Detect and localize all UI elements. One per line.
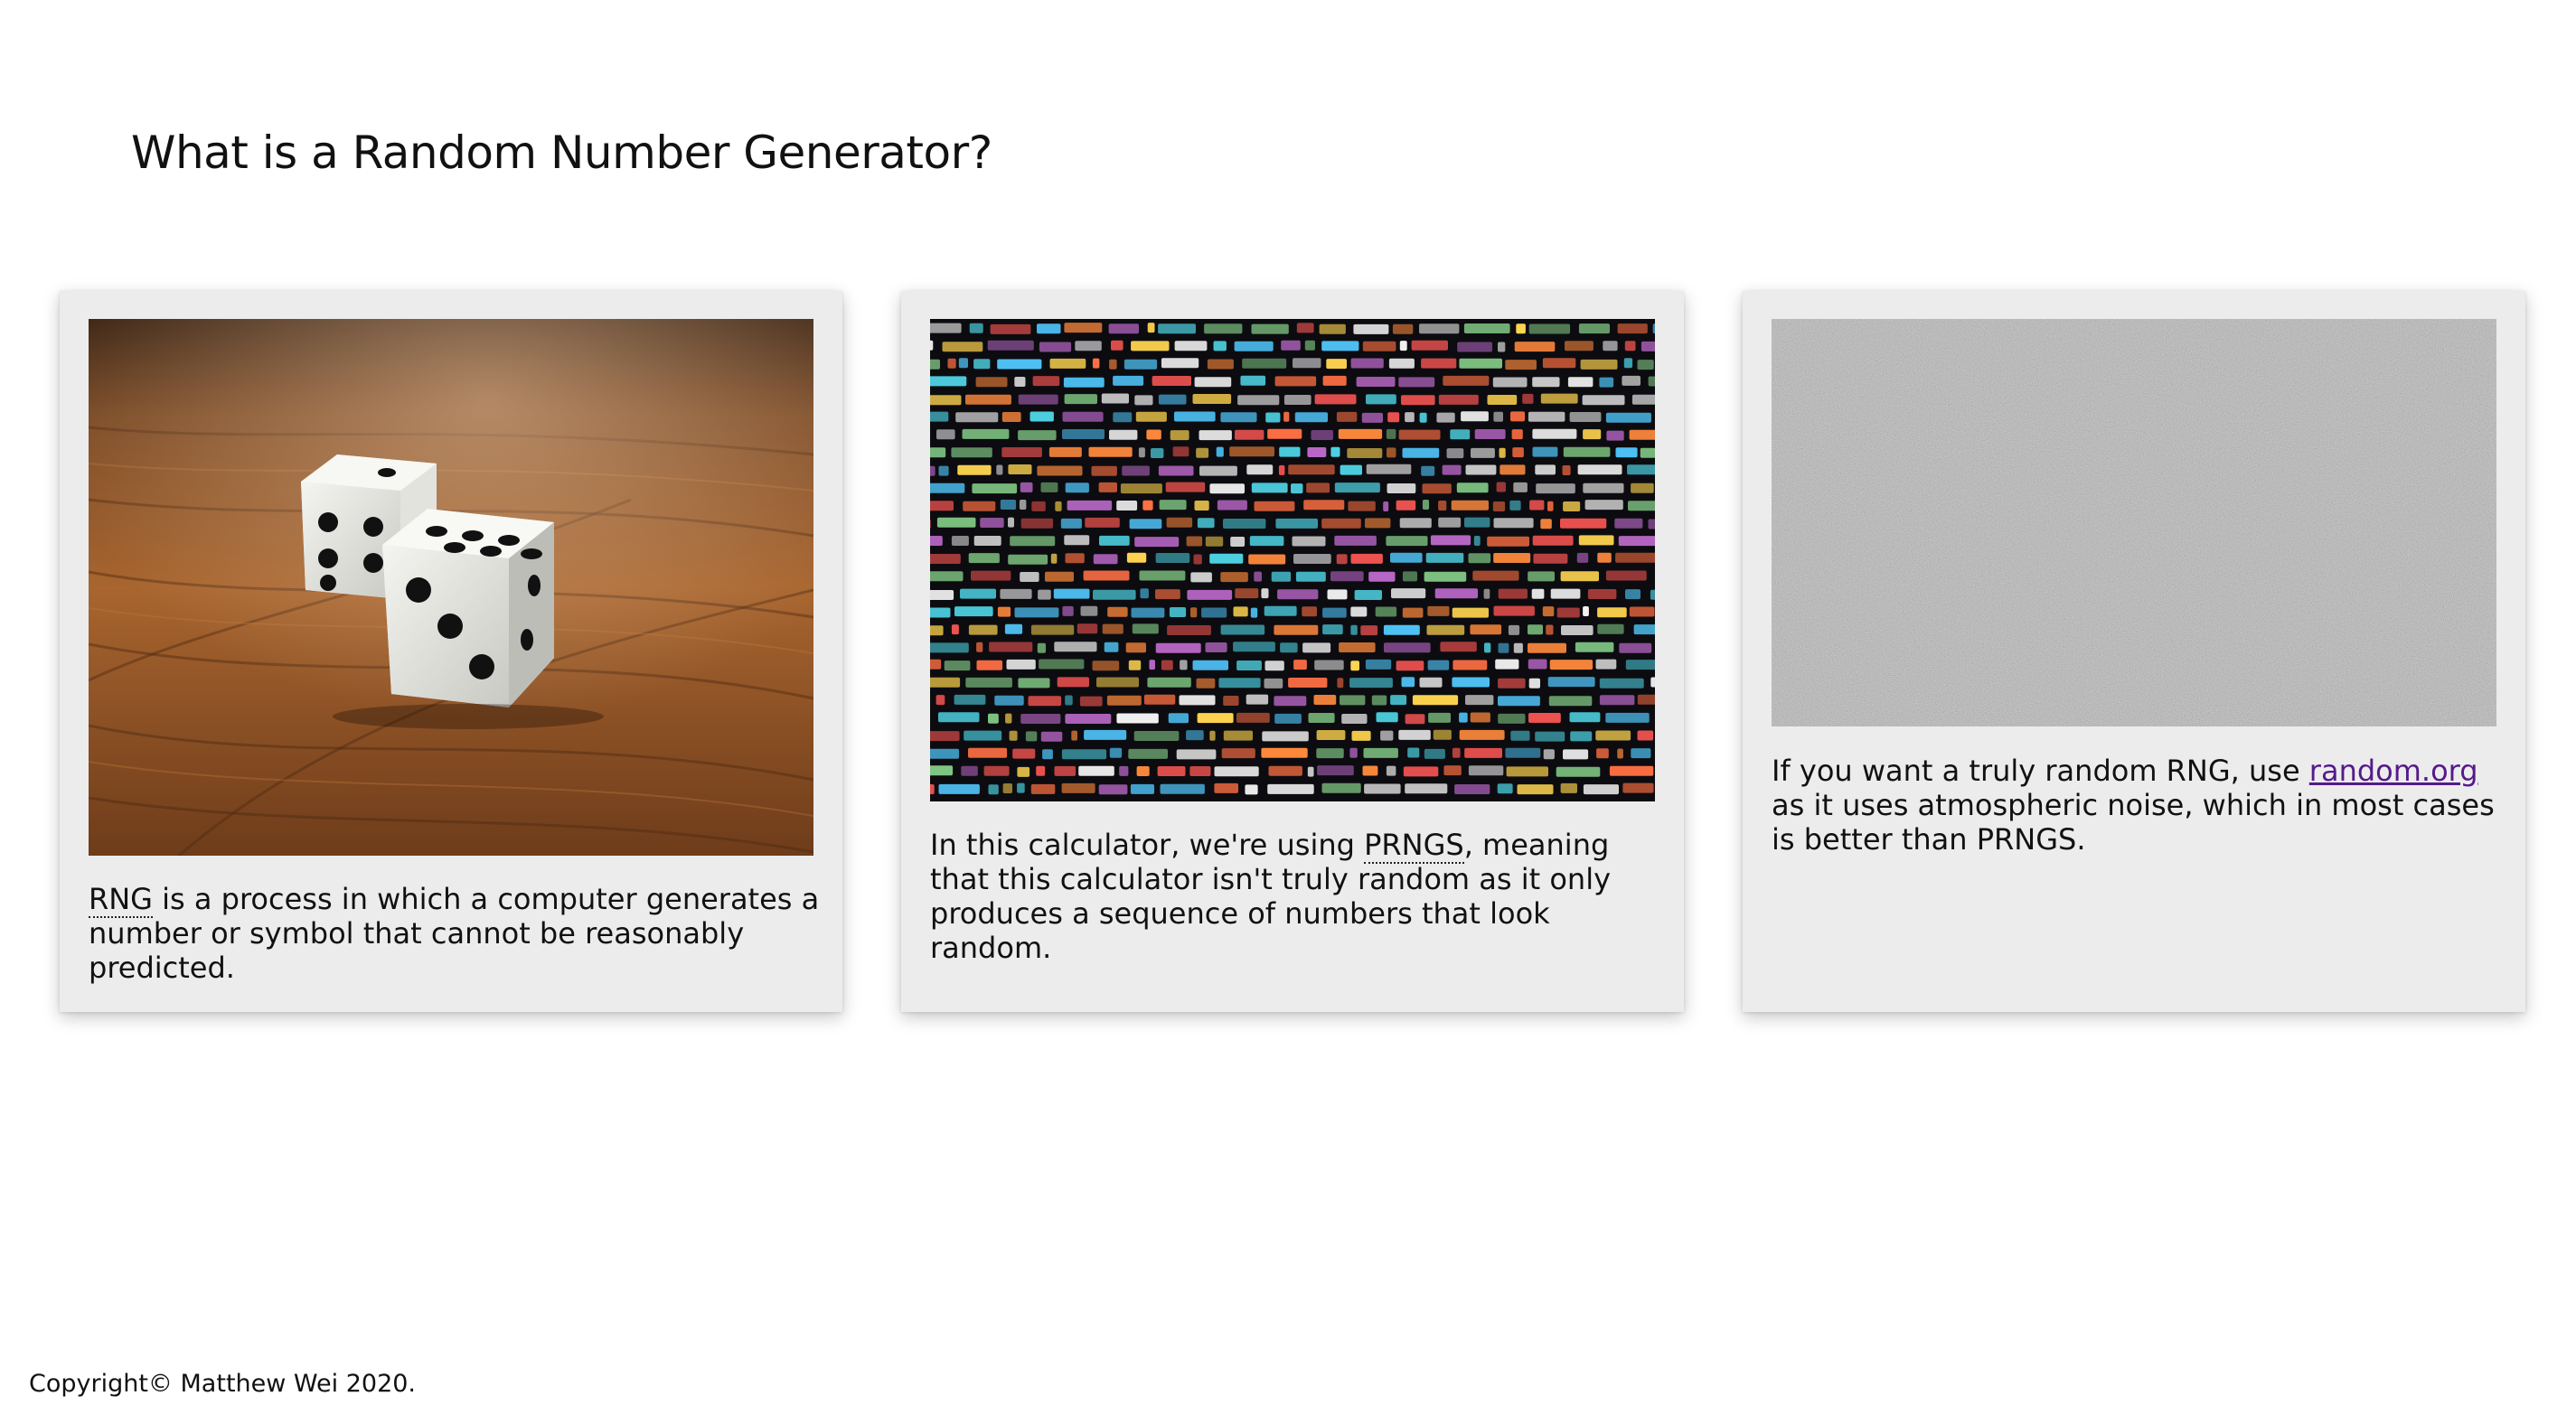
card-true-random: If you want a truly random RNG, use rand… bbox=[1743, 291, 2525, 1012]
card-true-random-text-before: If you want a truly random RNG, use bbox=[1772, 754, 2309, 788]
card-prngs: In this calculator, we're using PRNGS, m… bbox=[901, 291, 1684, 1012]
dice-illustration bbox=[89, 319, 813, 856]
footer-copyright: Copyright© Matthew Wei 2020. bbox=[29, 1370, 417, 1398]
code-image bbox=[930, 319, 1655, 801]
dice-image bbox=[89, 319, 813, 856]
code-illustration bbox=[930, 319, 1655, 801]
card-rng-description: is a process in which a computer generat… bbox=[89, 882, 820, 985]
card-true-random-text: If you want a truly random RNG, use rand… bbox=[1772, 754, 2504, 857]
card-rng-text: RNG is a process in which a computer gen… bbox=[89, 882, 821, 985]
noise-illustration bbox=[1772, 319, 2496, 726]
random-org-link[interactable]: random.org bbox=[2309, 754, 2478, 788]
card-prngs-text: In this calculator, we're using PRNGS, m… bbox=[930, 828, 1662, 965]
noise-image bbox=[1772, 319, 2496, 726]
prngs-abbr: PRNGS bbox=[1364, 828, 1464, 864]
card-grid: RNG is a process in which a computer gen… bbox=[60, 291, 2525, 1012]
card-rng: RNG is a process in which a computer gen… bbox=[60, 291, 842, 1012]
rng-abbr: RNG bbox=[89, 882, 153, 918]
page-title: What is a Random Number Generator? bbox=[131, 126, 992, 179]
card-prngs-text-before: In this calculator, we're using bbox=[930, 828, 1365, 862]
card-true-random-text-after: as it uses atmospheric noise, which in m… bbox=[1772, 788, 2495, 857]
